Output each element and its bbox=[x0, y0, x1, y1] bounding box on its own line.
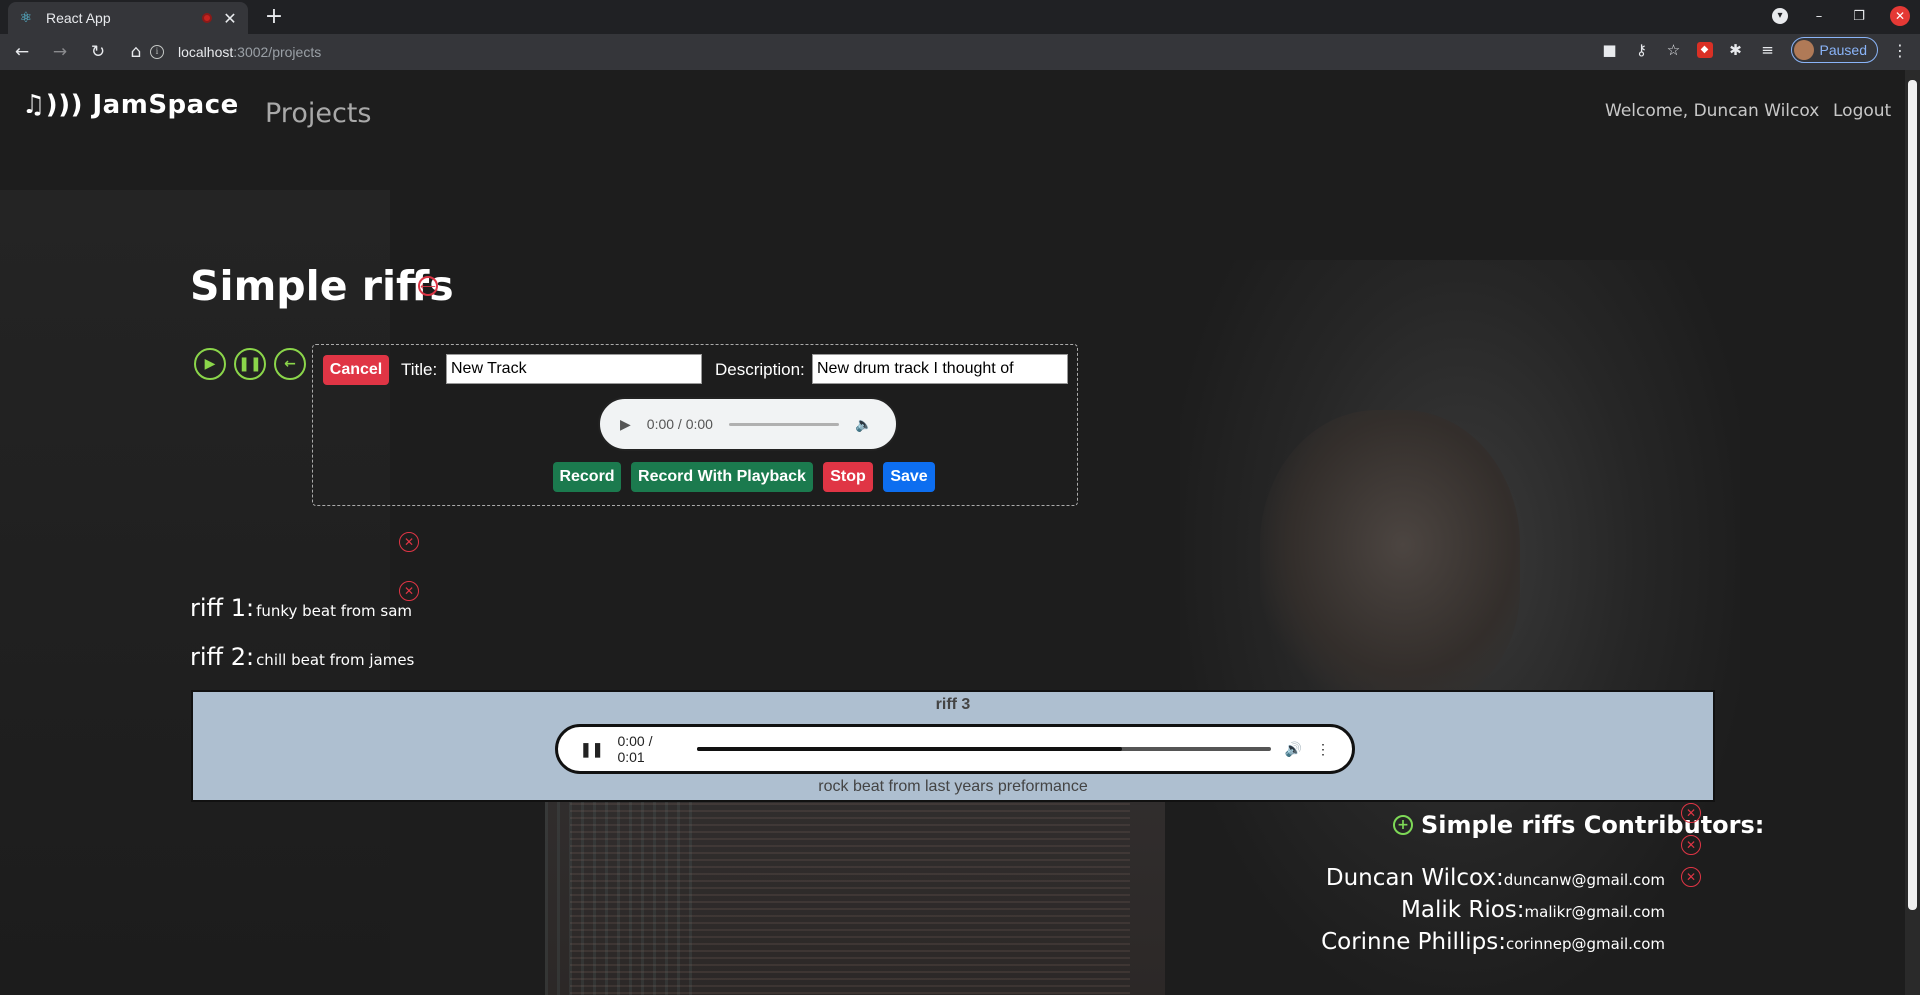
contributor-item: Duncan Wilcox: duncanw@gmail.com bbox=[1326, 865, 1665, 891]
toolbar-icons: ■ ⚷ ☆ ◆ ✱ ≡ Paused ⋮ bbox=[1601, 37, 1908, 63]
stop-button[interactable]: Stop bbox=[823, 462, 873, 492]
window-close-icon[interactable]: ✕ bbox=[1890, 6, 1910, 26]
contributors-header: + Simple riffs Contributors: bbox=[1393, 811, 1764, 839]
riff-description: chill beat from james bbox=[256, 651, 415, 669]
extensions-puzzle-icon[interactable]: ✱ bbox=[1727, 41, 1745, 59]
description-label: Description: bbox=[715, 360, 805, 379]
browser-toolbar: ← → ↻ ⌂ i localhost:3002/projects ■ ⚷ ☆ … bbox=[0, 34, 1920, 70]
back-arrow-icon[interactable]: ← bbox=[6, 36, 38, 68]
contributor-name: Corinne Phillips: bbox=[1321, 929, 1506, 955]
contributor-name: Malik Rios: bbox=[1401, 897, 1525, 923]
reload-icon[interactable]: ↻ bbox=[82, 36, 114, 68]
window-controls: ▾ – ❐ ✕ bbox=[1772, 6, 1910, 26]
delete-riff-icon[interactable]: ✕ bbox=[399, 532, 419, 552]
audio-seek-bar[interactable] bbox=[728, 422, 839, 426]
audio-time: 0:00 / 0:01 bbox=[617, 733, 653, 765]
site-info-icon[interactable]: i bbox=[150, 45, 164, 59]
welcome-text: Welcome, Duncan Wilcox bbox=[1605, 101, 1820, 121]
recording-indicator-icon bbox=[202, 13, 212, 23]
contributors-title: Simple riffs Contributors: bbox=[1421, 811, 1765, 839]
contributor-item: Malik Rios: malikr@gmail.com bbox=[1401, 897, 1665, 923]
volume-icon[interactable]: 🔊 bbox=[1285, 741, 1302, 758]
minimize-icon[interactable]: – bbox=[1810, 9, 1828, 24]
react-favicon-icon: ⚛ bbox=[19, 10, 33, 26]
media-queue-icon[interactable]: ≡ bbox=[1759, 41, 1777, 59]
title-input[interactable]: New Track bbox=[446, 354, 702, 384]
background-face bbox=[1260, 410, 1520, 710]
contributor-email: malikr@gmail.com bbox=[1524, 903, 1665, 921]
rewind-icon[interactable]: ← bbox=[274, 348, 306, 380]
audio-time: 0:00 / 0:00 bbox=[646, 416, 713, 432]
riff-description: funky beat from sam bbox=[256, 602, 413, 620]
pause-icon[interactable]: ❚❚ bbox=[580, 741, 603, 758]
tab-title: React App bbox=[46, 10, 111, 26]
url-text: localhost:3002/projects bbox=[178, 44, 322, 60]
profile-avatar bbox=[1793, 40, 1814, 60]
riff-item[interactable]: riff 2: chill beat from james bbox=[190, 643, 414, 671]
key-icon[interactable]: ⚷ bbox=[1633, 41, 1651, 59]
riff-label: riff 2: bbox=[190, 643, 255, 671]
riff-audio-player[interactable]: ❚❚ 0:00 / 0:01 🔊 ⋮ bbox=[555, 724, 1355, 774]
extension-red-icon[interactable]: ◆ bbox=[1696, 42, 1713, 58]
new-track-form: Cancel Title: New Track Description: New… bbox=[312, 344, 1078, 506]
contributor-email: duncanw@gmail.com bbox=[1503, 871, 1665, 889]
description-input[interactable]: New drum track I thought of bbox=[812, 354, 1068, 384]
active-riff-panel: riff 3 ❚❚ 0:00 / 0:01 🔊 ⋮ rock beat from… bbox=[191, 690, 1715, 802]
record-with-playback-button[interactable]: Record With Playback bbox=[631, 462, 813, 492]
new-tab-button[interactable]: + bbox=[262, 6, 286, 28]
restore-icon[interactable]: ❐ bbox=[1850, 9, 1868, 24]
pause-all-icon[interactable]: ❚❚ bbox=[234, 348, 266, 380]
nav-projects-link[interactable]: Projects bbox=[265, 98, 371, 129]
profile-button[interactable]: Paused bbox=[1790, 37, 1878, 63]
project-title: Simple riffs bbox=[190, 262, 454, 310]
logout-link[interactable]: Logout bbox=[1833, 101, 1891, 121]
volume-icon[interactable]: 🔈 bbox=[855, 416, 872, 433]
page-viewport: ♫))) JamSpace Projects Welcome, Duncan W… bbox=[0, 70, 1905, 995]
bookmark-star-icon[interactable]: ☆ bbox=[1665, 41, 1683, 59]
play-all-icon[interactable]: ▶ bbox=[194, 348, 226, 380]
scrollbar-thumb[interactable] bbox=[1908, 80, 1917, 910]
profile-status: Paused bbox=[1819, 42, 1867, 58]
more-options-icon[interactable]: ⋮ bbox=[1316, 741, 1330, 758]
background-shelf bbox=[0, 190, 390, 995]
play-icon[interactable]: ▶ bbox=[620, 416, 631, 433]
delete-riff-icon[interactable]: ✕ bbox=[399, 581, 419, 601]
riff-label: riff 1: bbox=[190, 594, 255, 622]
camera-icon[interactable]: ■ bbox=[1601, 41, 1619, 59]
remove-contributor-icon[interactable]: ✕ bbox=[1681, 867, 1701, 887]
save-button[interactable]: Save bbox=[883, 462, 935, 492]
address-bar[interactable]: i localhost:3002/projects bbox=[138, 38, 1788, 66]
contributor-name: Duncan Wilcox: bbox=[1325, 865, 1504, 891]
contributor-email: corinnep@gmail.com bbox=[1506, 935, 1665, 953]
tab-search-icon[interactable]: ▾ bbox=[1772, 8, 1788, 24]
brand-logo[interactable]: ♫))) JamSpace bbox=[22, 90, 239, 120]
active-riff-title: riff 3 bbox=[935, 696, 971, 713]
browser-menu-icon[interactable]: ⋮ bbox=[1892, 41, 1908, 60]
browser-tab-bar: ⚛ React App ✕ + ▾ – ❐ ✕ bbox=[0, 0, 1920, 34]
audio-progress-fill bbox=[697, 747, 1122, 751]
add-contributor-icon[interactable]: + bbox=[1393, 815, 1413, 835]
title-label: Title: bbox=[401, 360, 438, 379]
audio-progress-bar[interactable] bbox=[697, 747, 1271, 751]
browser-tab[interactable]: ⚛ React App ✕ bbox=[8, 2, 248, 34]
delete-project-icon[interactable]: ⟵ bbox=[418, 276, 438, 296]
forward-arrow-icon[interactable]: → bbox=[44, 36, 76, 68]
cancel-button[interactable]: Cancel bbox=[323, 355, 389, 385]
remove-contributor-icon[interactable]: ✕ bbox=[1681, 835, 1701, 855]
record-button[interactable]: Record bbox=[553, 462, 621, 492]
recording-audio-player[interactable]: ▶ 0:00 / 0:00 🔈 bbox=[598, 397, 898, 451]
active-riff-description: rock beat from last years preformance bbox=[818, 778, 1088, 795]
remove-contributor-icon[interactable]: ✕ bbox=[1681, 803, 1701, 823]
tab-close-icon[interactable]: ✕ bbox=[222, 9, 238, 28]
contributor-item: Corinne Phillips: corinnep@gmail.com bbox=[1321, 929, 1665, 955]
riff-item[interactable]: riff 1: funky beat from sam bbox=[190, 594, 412, 622]
